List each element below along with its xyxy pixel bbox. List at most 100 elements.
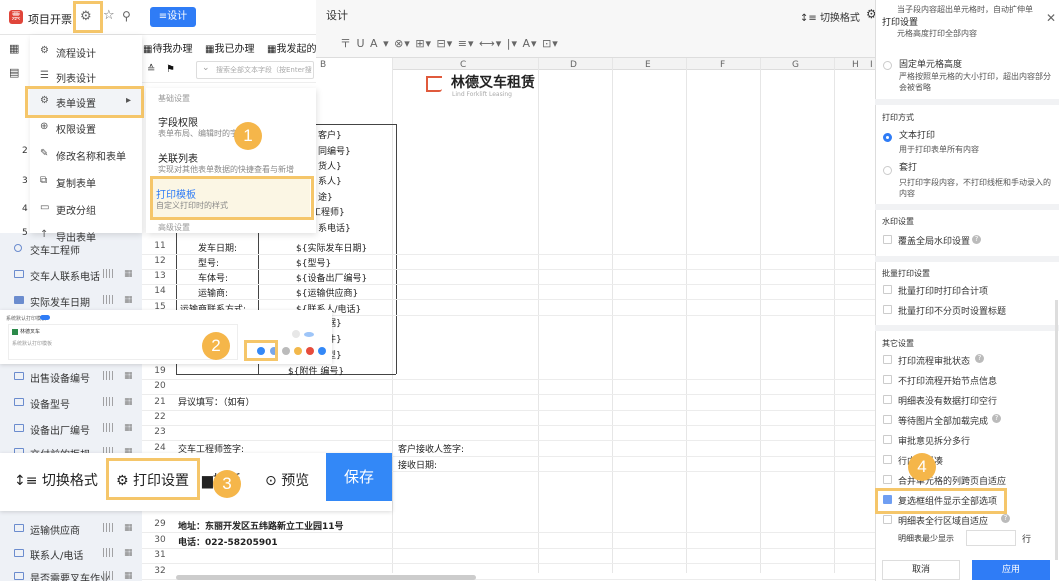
- row-number: 29: [154, 519, 166, 529]
- person-icon: [14, 244, 22, 252]
- barcode-icon[interactable]: ||||: [102, 371, 114, 381]
- option-checkbox[interactable]: [883, 355, 892, 364]
- template-avatar-icon: [292, 330, 300, 338]
- row-number: 21: [154, 397, 166, 407]
- field-item[interactable]: 出售设备编号 |||| ▦: [0, 364, 142, 390]
- app-name: 项目开票: [28, 13, 72, 26]
- qrcode-icon[interactable]: ▦: [124, 371, 133, 381]
- qrcode-icon[interactable]: ▦: [124, 548, 133, 558]
- menu-item-label: 流程设计: [56, 49, 96, 60]
- format-toolbar-icons[interactable]: 〒 U A ▾ ⊗▾ ⊞▾ ⊟▾ ≡▾ ⟷▾ |▾ A▾ ⊡▾: [340, 35, 559, 51]
- tab-pending[interactable]: ▦待我办理: [143, 40, 192, 55]
- batch-heading: 批量打印设置: [882, 269, 930, 278]
- barcode-icon[interactable]: ||||: [102, 397, 114, 407]
- tab-initiated[interactable]: ▦我发起的: [267, 40, 316, 55]
- column-letter: C: [460, 60, 467, 70]
- horizontal-scrollbar[interactable]: [176, 575, 476, 580]
- preview-button[interactable]: ⊙ 预览: [265, 470, 309, 490]
- option-checkbox[interactable]: [883, 475, 892, 484]
- qrcode-icon[interactable]: ▦: [124, 295, 133, 305]
- option-checkbox[interactable]: [883, 515, 892, 524]
- batch-title-checkbox[interactable]: [883, 305, 892, 314]
- save-button[interactable]: 保存: [326, 453, 392, 501]
- row-number: 31: [154, 550, 166, 560]
- related-list-item[interactable]: 关联列表: [158, 150, 198, 165]
- switch-format-button-top[interactable]: ↕≡ 切换格式: [800, 9, 860, 24]
- receive-date-label: 接收日期:: [398, 461, 438, 471]
- table-icon[interactable]: ▦: [9, 42, 19, 55]
- field-permission-desc: 表单布局、编辑时的字: [158, 129, 238, 138]
- barcode-icon[interactable]: ||||: [102, 523, 114, 533]
- option-checkbox[interactable]: [883, 375, 892, 384]
- field-item[interactable]: 运输供应商 |||| ▦: [0, 516, 142, 542]
- cancel-button[interactable]: 取消: [882, 560, 960, 580]
- star-icon[interactable]: ☆: [103, 8, 115, 23]
- menu-item[interactable]: ⚙ 流程设计: [30, 38, 142, 65]
- qrcode-icon[interactable]: ▦: [124, 397, 133, 407]
- menu-item[interactable]: ⊕ 权限设置: [30, 114, 142, 141]
- menu-item[interactable]: ↑ 导出表单: [30, 222, 142, 249]
- switch-format-button[interactable]: ↕≡ 切换格式: [14, 470, 98, 490]
- link-icon[interactable]: ⚲: [122, 9, 131, 23]
- barcode-icon[interactable]: ||||: [102, 571, 114, 581]
- min-rows-input[interactable]: [966, 530, 1016, 546]
- field-item[interactable]: 交车人联系电话 |||| ▦: [0, 262, 142, 288]
- field-label: 设备出厂编号: [30, 426, 90, 437]
- qrcode-icon[interactable]: ▦: [124, 571, 133, 581]
- menu-item-icon: ☰: [40, 70, 49, 81]
- watermark-checkbox[interactable]: [883, 235, 892, 244]
- delete-template-icon[interactable]: [306, 347, 314, 355]
- list-icon[interactable]: ▤: [9, 66, 19, 79]
- fixed-height-desc-1: 严格按照单元格的大小打印，超出内容部分: [899, 72, 1051, 81]
- text-print-radio[interactable]: [883, 133, 892, 142]
- qrcode-icon[interactable]: ▦: [124, 269, 133, 279]
- form-label: 车体号:: [198, 274, 229, 284]
- field-label: 是否需要叉车作业: [30, 574, 110, 581]
- grid-line: [140, 410, 875, 411]
- fixed-height-radio[interactable]: [883, 61, 892, 70]
- help-icon[interactable]: ?: [975, 354, 984, 363]
- help-icon[interactable]: ?: [1001, 514, 1010, 523]
- barcode-icon[interactable]: ||||: [102, 295, 114, 305]
- design-button[interactable]: ≡设计: [150, 7, 196, 27]
- panel-scrollbar[interactable]: [1055, 300, 1058, 560]
- row-number: 32: [154, 566, 166, 576]
- option-checkbox[interactable]: [883, 455, 892, 464]
- option-checkbox[interactable]: [883, 415, 892, 424]
- barcode-icon[interactable]: ||||: [102, 548, 114, 558]
- menu-item[interactable]: ✎ 修改名称和表单: [30, 141, 142, 168]
- barcode-icon[interactable]: ||||: [102, 269, 114, 279]
- field-item[interactable]: 是否需要叉车作业 |||| ▦: [0, 564, 142, 581]
- sort-icon[interactable]: ≙: [147, 64, 155, 75]
- field-item[interactable]: 设备型号 |||| ▦: [0, 390, 142, 416]
- overlay-print-radio[interactable]: [883, 166, 892, 175]
- field-permission-item[interactable]: 字段权限: [158, 114, 198, 129]
- flag-icon[interactable]: ⚑: [166, 64, 175, 75]
- option-checkbox[interactable]: [883, 435, 892, 444]
- section-divider: [875, 325, 1059, 331]
- qrcode-icon[interactable]: ▦: [124, 523, 133, 533]
- help-icon[interactable]: ?: [992, 414, 1001, 423]
- menu-item[interactable]: ▭ 更改分组: [30, 195, 142, 222]
- template-toggle[interactable]: [40, 315, 50, 320]
- form-value: ${实际发车日期}: [296, 244, 368, 254]
- help-icon[interactable]: ?: [972, 235, 981, 244]
- more-template-icon[interactable]: [318, 347, 326, 355]
- column-letter: B: [320, 60, 327, 70]
- download-template-icon[interactable]: [294, 347, 302, 355]
- form-label: 发车日期:: [198, 244, 238, 254]
- field-item[interactable]: 设备出厂编号 |||| ▦: [0, 416, 142, 442]
- barcode-icon[interactable]: ||||: [102, 423, 114, 433]
- batch-total-checkbox[interactable]: [883, 285, 892, 294]
- option-checkbox[interactable]: [883, 395, 892, 404]
- menu-item-label: 权限设置: [56, 125, 96, 136]
- qrcode-icon[interactable]: ▦: [124, 423, 133, 433]
- menu-item[interactable]: ⧉ 复制表单: [30, 168, 142, 195]
- copy-template-icon[interactable]: [282, 347, 290, 355]
- apply-button[interactable]: 应用: [972, 560, 1050, 580]
- tab-handled[interactable]: ▦我已办理: [205, 40, 254, 55]
- chevron-down-icon[interactable]: ⌄: [202, 63, 210, 73]
- switch-format-label: 切换格式: [819, 13, 860, 24]
- printer-icon: ▆: [202, 473, 213, 489]
- close-icon[interactable]: ✕: [1046, 11, 1056, 25]
